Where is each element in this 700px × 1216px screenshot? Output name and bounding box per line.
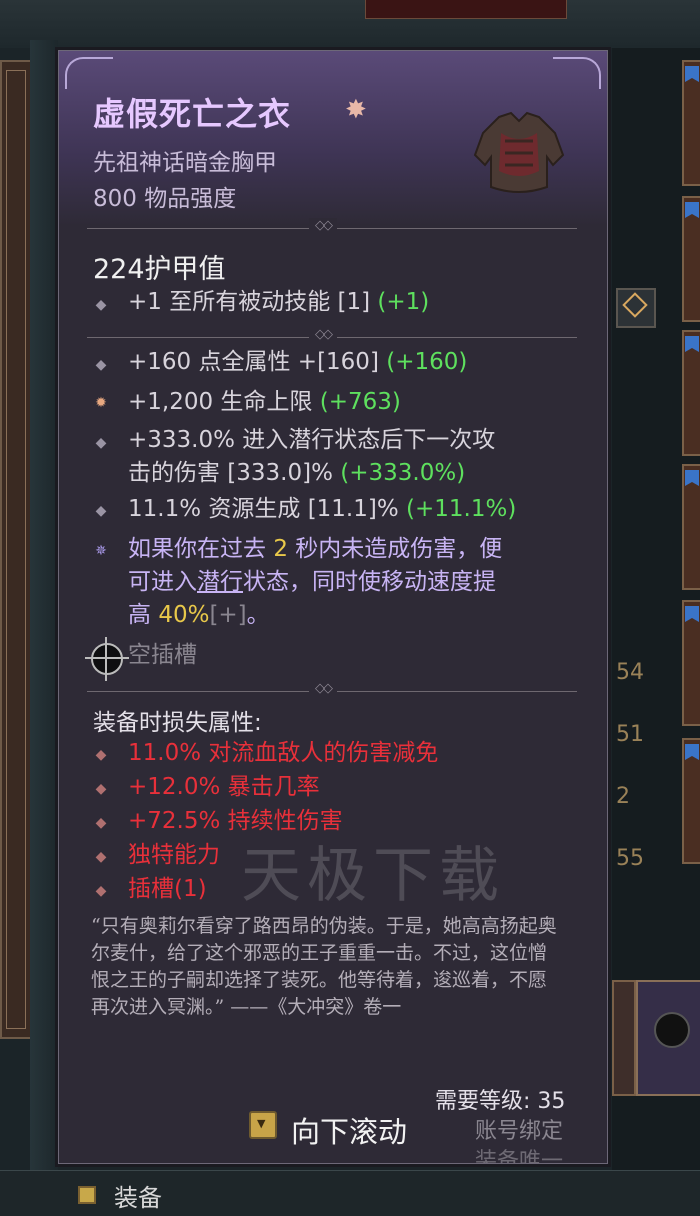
top-tab[interactable] xyxy=(365,0,567,19)
diamond-bullet-icon: ◆ xyxy=(95,503,107,519)
stat-number: 51 xyxy=(616,722,644,747)
text-segment: 如果你在过去 xyxy=(128,536,274,562)
left-strip xyxy=(30,40,58,1210)
text-segment: 潜行 xyxy=(197,569,243,595)
text-segment: +333.0% 进入潜行状态后下一次攻 xyxy=(128,427,496,453)
text-segment: (+160) xyxy=(386,349,468,375)
lost-stat: +12.0% 暴击几率 xyxy=(128,774,320,800)
unique-power-line: 高 40%[+]。 xyxy=(128,599,270,632)
inventory-slot[interactable] xyxy=(612,980,636,1096)
text-segment: (+1) xyxy=(377,289,430,315)
text-segment: 状态，同时使移动速度提 xyxy=(243,569,496,595)
lost-stats-header: 装备时损失属性: xyxy=(93,710,262,736)
diamond-bullet-icon: ◆ xyxy=(95,883,107,899)
lost-stat: 11.0% 对流血敌人的伤害减免 xyxy=(128,740,439,766)
equipment-card[interactable] xyxy=(682,60,700,186)
diamond-bullet-icon: ◆ xyxy=(95,815,107,831)
text-segment: +160 点全属性 +[160] xyxy=(128,349,387,375)
inventory-slot[interactable] xyxy=(636,980,700,1096)
stat-number: 55 xyxy=(616,846,644,871)
chest-armor-icon xyxy=(473,111,565,193)
text-segment: 高 xyxy=(128,602,159,628)
bottom-bar xyxy=(0,1170,700,1216)
corner-ornament xyxy=(553,57,601,89)
flavor-text: “只有奥莉尔看穿了路西昂的伪装。于是，她高高扬起奥尔麦什，给了这个邪恶的王子重重… xyxy=(91,915,557,1018)
diamond-bullet-icon: ◆ xyxy=(95,747,107,763)
text-segment: (+763) xyxy=(319,389,401,415)
lost-stat: 插槽(1) xyxy=(128,876,207,902)
text-segment: +1 至所有被动技能 [1] xyxy=(128,289,378,315)
diamond-bullet-icon: ◆ xyxy=(95,357,107,373)
text-segment: [+] xyxy=(209,602,247,628)
diamond-bullet-icon: ◆ xyxy=(95,435,107,451)
text-segment: 击的伤害 [333.0]% xyxy=(128,460,341,486)
section-divider xyxy=(87,327,577,342)
bottom-equip-label[interactable]: 装备 xyxy=(114,1178,162,1213)
scroll-down-label[interactable]: 向下滚动 xyxy=(291,1109,407,1151)
watermark: 天极下载 xyxy=(241,841,505,911)
text-segment: (+333.0%) xyxy=(340,460,466,486)
text-segment: 。 xyxy=(246,602,270,628)
affix-line: 11.1% 资源生成 [11.1]% (+11.1%) xyxy=(128,493,516,526)
required-level: 需要等级: 35 xyxy=(435,1089,566,1114)
text-segment: (+11.1%) xyxy=(406,496,517,522)
section-divider xyxy=(87,218,577,233)
text-segment: +1,200 生命上限 xyxy=(128,389,320,415)
affix-line: +1,200 生命上限 (+763) xyxy=(128,386,401,419)
stat-number: 54 xyxy=(616,660,644,685)
empty-socket-label: 空插槽 xyxy=(128,642,197,668)
account-bound: 账号绑定 xyxy=(475,1119,564,1144)
equipment-card[interactable] xyxy=(682,600,700,726)
armor-value: 224护甲值 xyxy=(93,254,226,285)
top-bar xyxy=(0,0,700,48)
equipment-card[interactable] xyxy=(682,464,700,590)
implicit-affix: +1 至所有被动技能 [1] (+1) xyxy=(128,286,429,319)
unique-power-icon: ✵ xyxy=(95,543,107,559)
text-segment: 可进入 xyxy=(128,569,197,595)
item-type: 先祖神话暗金胸甲 xyxy=(93,150,277,176)
scroll-down-icon[interactable] xyxy=(249,1111,277,1139)
unique-power-line: 如果你在过去 2 秒内未造成伤害，便 xyxy=(128,533,502,566)
affix-line: 击的伤害 [333.0]% (+333.0%) xyxy=(128,457,465,490)
affix-line: +160 点全属性 +[160] (+160) xyxy=(128,346,467,379)
equipment-card[interactable] xyxy=(682,330,700,456)
text-segment: 11.1% 资源生成 [11.1]% xyxy=(128,496,407,522)
ancestral-star-icon: ✸ xyxy=(345,95,367,125)
left-panel-frame xyxy=(0,60,32,1039)
item-name: 虚假死亡之衣 xyxy=(93,95,292,133)
unique-power-line: 可进入潜行状态，同时使移动速度提 xyxy=(128,566,496,599)
diamond-bullet-icon: ◆ xyxy=(95,781,107,797)
section-divider xyxy=(87,681,577,696)
diamond-bullet-icon: ◆ xyxy=(95,849,107,865)
lost-stat: 独特能力 xyxy=(128,842,220,868)
affix-line: +333.0% 进入潜行状态后下一次攻 xyxy=(128,424,495,457)
equipment-card[interactable] xyxy=(682,196,700,322)
equipment-icon xyxy=(78,1186,96,1204)
item-tooltip: 虚假死亡之衣 ✸ 先祖神话暗金胸甲 800 物品强度 224护甲值 ◆ +1 至… xyxy=(58,50,608,1164)
text-segment: 2 xyxy=(273,536,288,562)
empty-socket-icon xyxy=(85,637,129,681)
unique-equipped: 装备唯一 xyxy=(475,1149,564,1164)
text-segment: 40% xyxy=(158,602,210,628)
text-segment: 秒内未造成伤害，便 xyxy=(287,536,503,562)
stat-number: 2 xyxy=(616,784,630,809)
greater-affix-icon: ✹ xyxy=(95,395,107,411)
diamond-bullet-icon: ◆ xyxy=(95,297,107,313)
equipment-card[interactable] xyxy=(682,738,700,864)
item-power: 800 物品强度 xyxy=(93,186,237,212)
corner-ornament xyxy=(65,57,113,89)
